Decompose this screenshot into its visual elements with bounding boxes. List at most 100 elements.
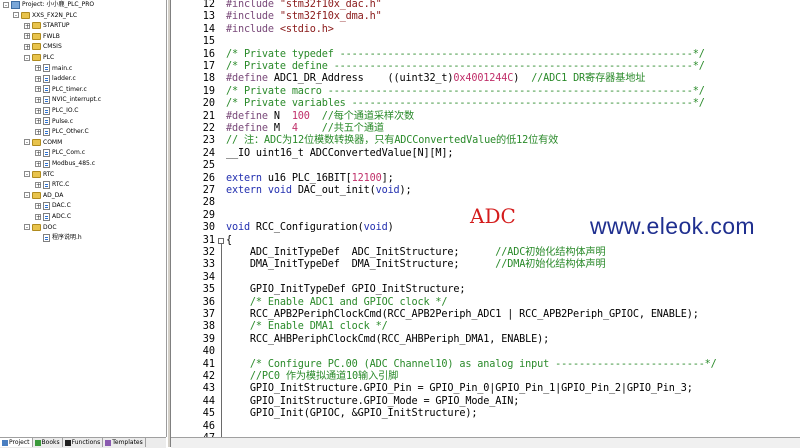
expand-icon[interactable]: + bbox=[24, 43, 30, 50]
line-number: 45 bbox=[202, 408, 215, 420]
collapse-icon[interactable]: - bbox=[24, 54, 30, 61]
collapse-icon[interactable]: - bbox=[24, 171, 30, 178]
expand-icon[interactable]: + bbox=[35, 65, 41, 72]
code-line[interactable]: /* Private variables -------------------… bbox=[226, 98, 705, 110]
tree-file-item[interactable]: + main.c bbox=[35, 63, 72, 74]
code-line[interactable]: #include "stm32f10x_dac.h" bbox=[226, 0, 382, 11]
tree-item-label: COMM bbox=[43, 138, 63, 146]
line-number: 20 bbox=[202, 98, 215, 110]
code-line[interactable]: { bbox=[226, 235, 232, 247]
tab-functions[interactable]: Functions bbox=[63, 438, 104, 447]
collapse-icon[interactable]: - bbox=[3, 1, 9, 8]
tree-folder-item[interactable]: - DOC bbox=[24, 222, 57, 233]
tree-folder-item[interactable]: - RTC bbox=[24, 169, 54, 180]
code-line[interactable]: /* Configure PC.00 (ADC Channel10) as an… bbox=[226, 359, 717, 371]
code-line[interactable]: /* Enable ADC1 and GPIOC clock */ bbox=[226, 297, 448, 309]
templates-icon bbox=[105, 439, 112, 446]
books-icon bbox=[34, 439, 41, 446]
expand-icon[interactable]: + bbox=[35, 202, 41, 209]
tree-file-item[interactable]: + PLC_Other.C bbox=[35, 126, 89, 137]
code-line[interactable]: /* Private define ----------------------… bbox=[226, 61, 705, 73]
expand-icon[interactable]: + bbox=[35, 160, 41, 167]
code-line[interactable]: RCC_AHBPeriphClockCmd(RCC_AHBPeriph_DMA1… bbox=[226, 334, 549, 346]
code-line[interactable]: extern u16 PLC_16BIT[12100]; bbox=[226, 173, 394, 185]
code-line[interactable]: DMA_InitTypeDef DMA_InitStructure; //DMA… bbox=[226, 259, 606, 271]
collapse-icon[interactable]: - bbox=[24, 139, 30, 146]
tree-folder-item[interactable]: + CMSIS bbox=[24, 41, 62, 52]
tree-file-item[interactable]: + DAC.C bbox=[35, 200, 71, 211]
code-line[interactable]: // 注：ADC为12位模数转换器，只有ADCConvertedValue的低1… bbox=[226, 135, 558, 147]
code-line[interactable]: #include "stm32f10x_dma.h" bbox=[226, 11, 382, 23]
code-line[interactable]: /* Private macro -----------------------… bbox=[226, 86, 705, 98]
code-token: /* Enable DMA1 clock */ bbox=[226, 321, 388, 333]
folder-icon bbox=[32, 191, 41, 199]
line-number: 23 bbox=[202, 135, 215, 147]
collapse-icon[interactable]: - bbox=[24, 192, 30, 199]
expand-icon[interactable]: + bbox=[35, 86, 41, 93]
code-line[interactable]: GPIO_InitTypeDef GPIO_InitStructure; bbox=[226, 284, 466, 296]
code-line[interactable]: #define M 4 //共五个通道 bbox=[226, 123, 384, 135]
line-number: 25 bbox=[202, 160, 215, 172]
tree-item-label: main.c bbox=[52, 64, 73, 72]
expand-icon[interactable]: + bbox=[35, 213, 41, 220]
line-number: 12 bbox=[202, 0, 215, 10]
code-line[interactable]: extern void DAC_out_init(void); bbox=[226, 185, 412, 197]
expand-icon[interactable]: + bbox=[35, 118, 41, 125]
folder-icon bbox=[21, 11, 30, 19]
tree-folder-item[interactable]: + STARTUP bbox=[24, 20, 70, 31]
code-line[interactable]: GPIO_Init(GPIOC, &GPIO_InitStructure); bbox=[226, 408, 478, 420]
folder-icon bbox=[32, 170, 41, 178]
project-panel-tabs: Project Books Functions Templates bbox=[0, 437, 166, 448]
expand-icon[interactable]: + bbox=[24, 22, 30, 29]
code-token: #include bbox=[226, 0, 280, 10]
tree-folder-item[interactable]: - COMM bbox=[24, 137, 62, 148]
tree-file-item[interactable]: + PLC_Com.c bbox=[35, 147, 85, 158]
code-line[interactable]: __IO uint16_t ADCConvertedValue[N][M]; bbox=[226, 148, 454, 160]
tree-file-item[interactable]: + NVIC_interrupt.c bbox=[35, 94, 101, 105]
code-line[interactable]: //PC0 作为模拟通道10输入引脚 bbox=[226, 371, 398, 383]
tree-folder-item[interactable]: - AD_DA bbox=[24, 190, 63, 201]
collapse-icon[interactable]: - bbox=[24, 224, 30, 231]
tab-books[interactable]: Books bbox=[33, 438, 63, 447]
expand-icon[interactable]: + bbox=[35, 128, 41, 135]
code-line[interactable]: #include <stdio.h> bbox=[226, 24, 334, 36]
code-line[interactable]: ADC_InitTypeDef ADC_InitStructure; //ADC… bbox=[226, 247, 606, 259]
tree-file-item[interactable]: 程序说明.h bbox=[35, 232, 82, 243]
tree-folder-item[interactable]: - PLC bbox=[24, 52, 54, 63]
tree-file-item[interactable]: + ADC.C bbox=[35, 211, 71, 222]
expand-icon[interactable]: + bbox=[35, 107, 41, 114]
tree-file-item[interactable]: + Pulse.c bbox=[35, 116, 73, 127]
code-token: /* Private macro -----------------------… bbox=[226, 85, 705, 97]
expand-icon[interactable]: + bbox=[35, 149, 41, 156]
tree-file-item[interactable]: + PLC_timer.c bbox=[35, 84, 87, 95]
tree-item-label: NVIC_interrupt.c bbox=[52, 96, 102, 104]
code-line[interactable]: GPIO_InitStructure.GPIO_Pin = GPIO_Pin_0… bbox=[226, 383, 693, 395]
tree-project-root[interactable]: - Project: 小小鹿_PLC_PRO bbox=[3, 0, 94, 10]
code-line[interactable]: void RCC_Configuration(void) bbox=[226, 222, 394, 234]
line-number: 39 bbox=[202, 333, 215, 345]
code-token: void bbox=[375, 185, 400, 196]
collapse-icon[interactable]: - bbox=[13, 12, 19, 19]
fold-margin bbox=[217, 0, 225, 437]
code-line[interactable]: #define N 100 //每个通道采样次数 bbox=[226, 111, 414, 123]
code-line[interactable]: RCC_APB2PeriphClockCmd(RCC_APB2Periph_AD… bbox=[226, 309, 699, 321]
tree-file-item[interactable]: + RTC.C bbox=[35, 179, 69, 190]
tab-project[interactable]: Project bbox=[0, 438, 33, 447]
tree-file-item[interactable]: + Modbus_485.c bbox=[35, 158, 95, 169]
expand-icon[interactable]: + bbox=[24, 33, 30, 40]
tree-file-item[interactable]: + PLC_IO.C bbox=[35, 105, 79, 116]
code-line[interactable]: #define ADC1_DR_Address ((uint32_t)0x400… bbox=[226, 73, 645, 85]
tree-folder-item[interactable]: + FWLB bbox=[24, 31, 60, 42]
expand-icon[interactable]: + bbox=[35, 96, 41, 103]
expand-icon[interactable]: + bbox=[35, 75, 41, 82]
code-line[interactable]: /* Enable DMA1 clock */ bbox=[226, 321, 388, 333]
tree-folder-item[interactable]: - XXS_FX2N_PLC bbox=[13, 10, 77, 21]
file-icon bbox=[43, 117, 50, 126]
code-token: #include bbox=[226, 23, 280, 35]
tab-templates[interactable]: Templates bbox=[103, 438, 146, 447]
expand-icon[interactable]: + bbox=[35, 181, 41, 188]
code-line[interactable]: /* Private typedef ---------------------… bbox=[226, 49, 705, 61]
code-line[interactable]: GPIO_InitStructure.GPIO_Mode = GPIO_Mode… bbox=[226, 396, 519, 408]
tree-file-item[interactable]: + ladder.c bbox=[35, 73, 76, 84]
